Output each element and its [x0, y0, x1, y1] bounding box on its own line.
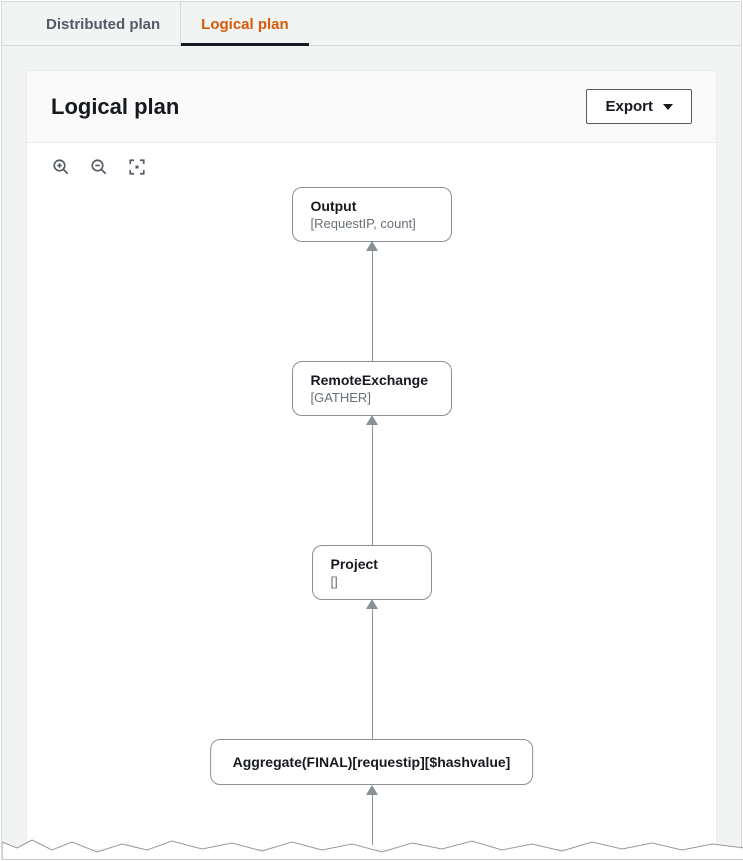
caret-down-icon: [663, 104, 673, 110]
node-aggregate-title: Aggregate(FINAL)[requestip][$hashvalue]: [233, 754, 511, 770]
arrow-head-icon: [366, 599, 378, 609]
node-aggregate[interactable]: Aggregate(FINAL)[requestip][$hashvalue]: [210, 739, 534, 785]
diagram-canvas[interactable]: Output [RequestIP, count] RemoteExchange…: [27, 179, 716, 849]
tabs: Distributed plan Logical plan: [2, 2, 741, 46]
panel-header: Logical plan Export: [27, 71, 716, 143]
node-project[interactable]: Project []: [312, 545, 432, 600]
tab-logical-plan[interactable]: Logical plan: [181, 2, 309, 45]
panel: Logical plan Export: [26, 70, 717, 850]
arrow-line: [372, 425, 373, 545]
arrow-head-icon: [366, 241, 378, 251]
node-remote-exchange[interactable]: RemoteExchange [GATHER]: [292, 361, 452, 416]
tab-distributed-plan[interactable]: Distributed plan: [26, 2, 181, 45]
node-project-sub: []: [331, 574, 413, 589]
arrow-head-icon: [366, 415, 378, 425]
arrow-line: [372, 609, 373, 739]
page-title: Logical plan: [51, 94, 179, 120]
arrow-line: [372, 795, 373, 845]
node-output-title: Output: [311, 198, 433, 214]
node-remote-sub: [GATHER]: [311, 390, 433, 405]
arrow-line: [372, 251, 373, 361]
toolbar: [27, 143, 716, 179]
node-output-sub: [RequestIP, count]: [311, 216, 433, 231]
fit-screen-icon[interactable]: [127, 157, 147, 177]
export-button[interactable]: Export: [586, 89, 692, 124]
arrow-head-icon: [366, 785, 378, 795]
node-output[interactable]: Output [RequestIP, count]: [292, 187, 452, 242]
export-button-label: Export: [605, 98, 653, 115]
zoom-in-icon[interactable]: [51, 157, 71, 177]
node-remote-title: RemoteExchange: [311, 372, 433, 388]
zoom-out-icon[interactable]: [89, 157, 109, 177]
node-project-title: Project: [331, 556, 413, 572]
